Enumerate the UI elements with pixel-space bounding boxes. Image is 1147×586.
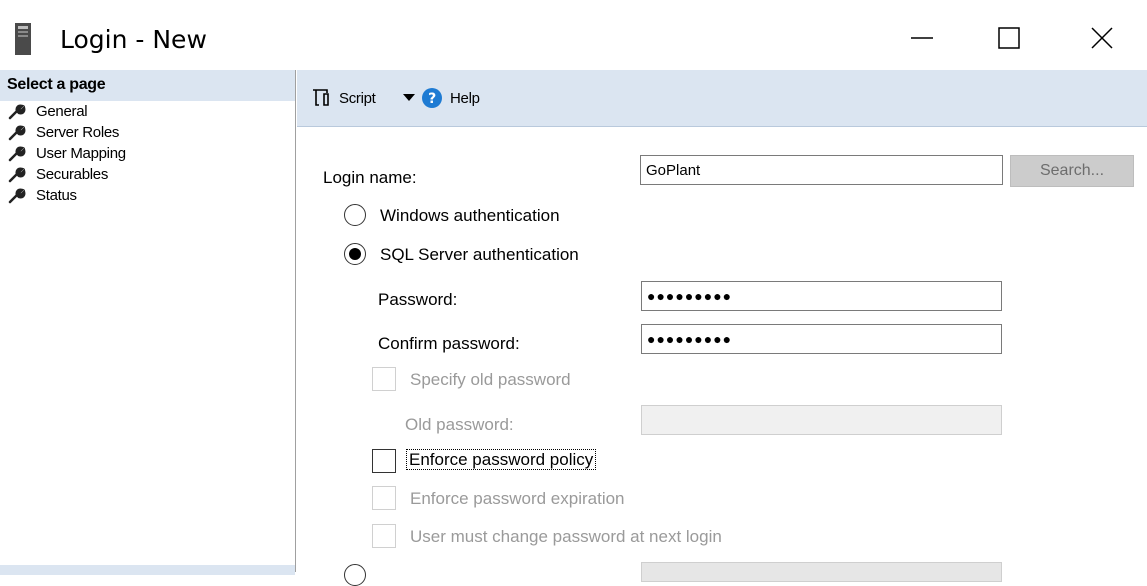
window-title: Login - New <box>60 25 207 54</box>
windows-auth-label: Windows authentication <box>380 206 560 225</box>
enforce-policy-text: Enforce password policy <box>406 449 597 470</box>
close-button[interactable] <box>1073 14 1131 62</box>
sql-auth-label: SQL Server authentication <box>380 245 579 264</box>
select-page-header: Select a page <box>0 70 295 101</box>
sidebar-item-label: User Mapping <box>36 145 126 162</box>
confirm-password-label: Confirm password: <box>378 334 520 353</box>
maximize-button[interactable] <box>980 14 1038 62</box>
search-button[interactable]: Search... <box>1010 155 1134 187</box>
enforce-policy-label: Enforce password policy <box>406 449 597 470</box>
wrench-icon <box>8 188 26 203</box>
wrench-icon <box>8 125 26 140</box>
svg-text:?: ? <box>428 91 436 107</box>
wrench-icon <box>8 167 26 182</box>
sidebar-item-label: Status <box>36 187 77 204</box>
must-change-password-label: User must change password at next login <box>410 527 722 546</box>
help-icon: ? <box>422 88 442 108</box>
radio-selected-dot <box>349 248 361 260</box>
server-icon <box>15 23 31 55</box>
script-label: Script <box>339 89 376 107</box>
minimize-icon <box>911 37 933 39</box>
minimize-button[interactable] <box>893 14 951 62</box>
confirm-password-input[interactable]: ●●●●●●●●● <box>641 324 1002 354</box>
page-selector-panel: Select a page General Server Roles User … <box>0 70 296 575</box>
connection-header <box>0 565 295 575</box>
password-label: Password: <box>378 290 458 309</box>
sidebar-item-status[interactable]: Status <box>8 185 288 206</box>
toolbar: Script ? Help <box>297 70 1147 127</box>
sidebar-item-label: Securables <box>36 166 109 183</box>
login-name-input[interactable]: GoPlant <box>640 155 1003 185</box>
select-page-label: Select a page <box>7 76 106 93</box>
script-button[interactable]: Script <box>311 84 376 112</box>
dropdown-arrow-icon[interactable] <box>403 94 415 101</box>
enforce-expiration-checkbox[interactable] <box>372 486 396 510</box>
windows-auth-radio[interactable] <box>344 204 366 226</box>
must-change-password-checkbox[interactable] <box>372 524 396 548</box>
confirm-password-value: ●●●●●●●●● <box>647 331 733 347</box>
sidebar-item-securables[interactable]: Securables <box>8 164 288 185</box>
wrench-icon <box>8 146 26 161</box>
password-input[interactable]: ●●●●●●●●● <box>641 281 1002 311</box>
mapped-to-radio[interactable] <box>344 564 366 586</box>
sidebar-item-server-roles[interactable]: Server Roles <box>8 122 288 143</box>
sidebar-item-user-mapping[interactable]: User Mapping <box>8 143 288 164</box>
maximize-icon <box>998 27 1020 49</box>
help-label: Help <box>450 89 480 107</box>
help-button[interactable]: ? Help <box>421 84 480 112</box>
enforce-expiration-label: Enforce password expiration <box>410 489 625 508</box>
sql-auth-radio[interactable] <box>344 243 366 265</box>
password-value: ●●●●●●●●● <box>647 288 733 304</box>
title-bar: Login - New <box>0 0 1147 70</box>
specify-old-password-label: Specify old password <box>410 370 571 389</box>
sidebar-item-general[interactable]: General <box>8 101 288 122</box>
specify-old-password-checkbox[interactable] <box>372 367 396 391</box>
sidebar-item-label: Server Roles <box>36 124 120 141</box>
close-icon <box>1091 27 1113 49</box>
script-icon <box>313 89 329 106</box>
enforce-policy-checkbox[interactable] <box>372 449 396 473</box>
mapped-to-input[interactable] <box>641 562 1002 582</box>
old-password-input[interactable] <box>641 405 1002 435</box>
old-password-label: Old password: <box>405 415 514 434</box>
sidebar-item-label: General <box>36 103 88 120</box>
wrench-icon <box>8 104 26 119</box>
login-name-label: Login name: <box>323 168 417 187</box>
